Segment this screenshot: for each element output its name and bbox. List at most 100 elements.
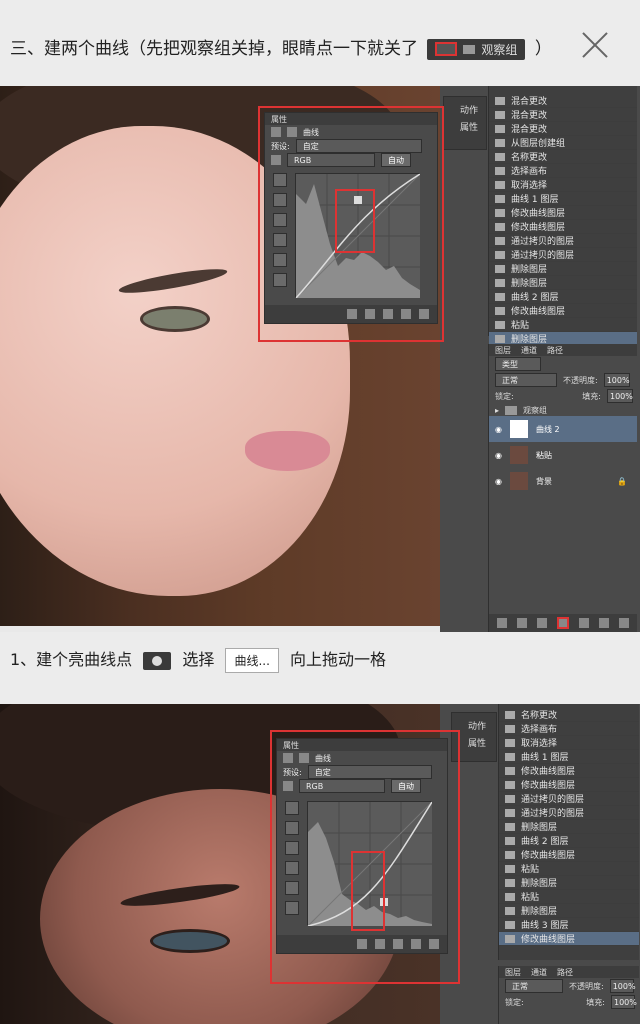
visibility-icon[interactable] [411,939,421,949]
history-item[interactable]: 粘贴 [499,890,639,904]
reset-icon[interactable] [393,939,403,949]
tab-channels[interactable]: 通道 [521,345,537,356]
smooth-icon[interactable] [285,901,299,915]
channel-select[interactable]: RGB [287,153,375,167]
history-item[interactable]: 混合更改 [489,94,637,108]
curve-edit-icon[interactable] [273,233,287,247]
pencil-icon[interactable] [285,881,299,895]
history-item-selected[interactable]: 修改曲线图层 [499,932,639,946]
history-item[interactable]: 混合更改 [489,122,637,136]
history-item[interactable]: 名称更改 [499,708,639,722]
auto-button[interactable]: 自动 [391,779,421,793]
history-item[interactable]: 删除图层 [499,904,639,918]
trash-icon[interactable] [429,939,439,949]
preset-label: 预设: [271,141,290,151]
history-item[interactable]: 删除图层 [489,276,637,290]
history-item[interactable]: 取消选择 [489,178,637,192]
eyedropper-black-icon[interactable] [285,801,299,815]
history-item[interactable]: 粘贴 [489,318,637,332]
history-item-icon [495,166,505,175]
new-adjustment-layer-icon[interactable] [557,617,569,629]
layer-group-row[interactable]: ▸ 观察组 [489,404,637,416]
target-adjust-icon[interactable] [283,781,293,791]
history-item[interactable]: 曲线 2 图层 [489,290,637,304]
preset-select[interactable]: 自定 [307,765,432,779]
layer-row-selected[interactable]: ◉ 曲线 2 [489,416,637,442]
trash-icon[interactable] [419,309,429,319]
visibility-icon[interactable] [401,309,411,319]
eyedropper-white-icon[interactable] [285,841,299,855]
view-icon[interactable] [375,939,385,949]
smooth-icon[interactable] [273,273,287,287]
mask-icon[interactable] [537,618,547,628]
history-item[interactable]: 修改曲线图层 [499,778,639,792]
eye-icon[interactable]: ◉ [495,477,502,486]
history-item[interactable]: 修改曲线图层 [489,220,637,234]
history-item[interactable]: 粘贴 [499,862,639,876]
history-item[interactable]: 取消选择 [499,736,639,750]
history-item[interactable]: 曲线 1 图层 [489,192,637,206]
pencil-icon[interactable] [273,253,287,267]
history-item[interactable]: 删除图层 [489,262,637,276]
tab-channels[interactable]: 通道 [531,967,547,978]
new-layer-icon[interactable] [599,618,609,628]
close-icon[interactable] [580,30,610,60]
history-list: 混合更改 混合更改 混合更改 从图层创建组 名称更改 选择画布 取消选择 曲线 … [489,94,637,346]
curve-edit-icon[interactable] [285,861,299,875]
fx-icon[interactable] [517,618,527,628]
blend-mode-select[interactable]: 正常 [505,979,563,993]
auto-button[interactable]: 自动 [381,153,411,167]
eyedropper-gray-icon[interactable] [273,193,287,207]
history-item[interactable]: 通过拷贝的图层 [499,792,639,806]
fill-input[interactable]: 100% [607,389,633,403]
trash-icon[interactable] [619,618,629,628]
history-item[interactable]: 混合更改 [489,108,637,122]
tab-layers[interactable]: 图层 [505,967,521,978]
channel-select[interactable]: RGB [299,779,385,793]
history-item[interactable]: 从图层创建组 [489,136,637,150]
history-item[interactable]: 曲线 1 图层 [499,750,639,764]
history-item[interactable]: 修改曲线图层 [499,764,639,778]
opacity-label: 不透明度: [563,375,598,385]
auto-button-label: 自动 [398,781,414,791]
layer-row[interactable]: ◉ 背景 🔒 [489,468,637,494]
history-item[interactable]: 选择画布 [489,164,637,178]
view-icon[interactable] [365,309,375,319]
target-adjust-icon[interactable] [271,155,281,165]
fill-input[interactable]: 100% [611,995,637,1009]
opacity-input[interactable]: 100% [603,373,630,387]
tab-paths[interactable]: 路径 [547,345,563,356]
eyedropper-gray-icon[interactable] [285,821,299,835]
clip-icon[interactable] [347,309,357,319]
layers-kind-select[interactable]: 类型 [495,357,541,371]
tab-layers[interactable]: 图层 [495,345,511,356]
history-item[interactable]: 通过拷贝的图层 [489,234,637,248]
history-item[interactable]: 通过拷贝的图层 [489,248,637,262]
opacity-input[interactable]: 100% [609,979,636,993]
preset-select[interactable]: 自定 [295,139,422,153]
folder-new-icon[interactable] [579,618,589,628]
history-item[interactable]: 曲线 3 图层 [499,918,639,932]
history-item[interactable]: 曲线 2 图层 [499,834,639,848]
history-item[interactable]: 选择画布 [499,722,639,736]
history-item[interactable]: 删除图层 [499,820,639,834]
eyedropper-black-icon[interactable] [273,173,287,187]
eyedropper-white-icon[interactable] [273,213,287,227]
history-item[interactable]: 通过拷贝的图层 [499,806,639,820]
history-item[interactable]: 修改曲线图层 [489,304,637,318]
history-item[interactable]: 修改曲线图层 [499,848,639,862]
link-icon[interactable] [497,618,507,628]
eye-icon[interactable]: ◉ [495,451,502,460]
history-item[interactable]: 修改曲线图层 [489,206,637,220]
tab-paths[interactable]: 路径 [557,967,573,978]
history-item[interactable]: 删除图层 [499,876,639,890]
reset-icon[interactable] [383,309,393,319]
history-item[interactable]: 名称更改 [489,150,637,164]
layers-footer [489,614,637,632]
eye-icon[interactable]: ◉ [495,425,502,434]
clip-icon[interactable] [357,939,367,949]
history-item-label: 取消选择 [511,181,548,191]
blend-mode-select[interactable]: 正常 [495,373,557,387]
layer-row[interactable]: ◉ 粘贴 [489,442,637,468]
fill-label: 填充: [582,391,601,401]
